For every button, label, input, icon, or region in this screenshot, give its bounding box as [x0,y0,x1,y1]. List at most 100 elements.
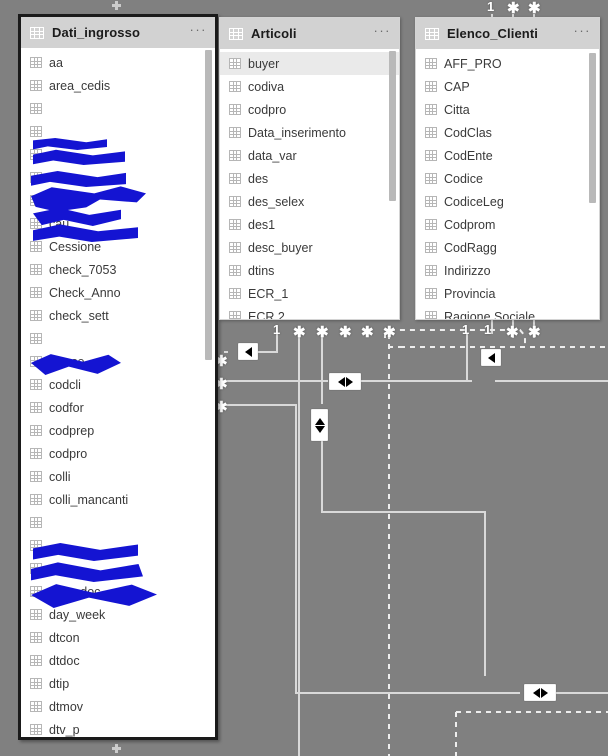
field-row[interactable]: colli_mancanti [21,488,215,511]
field-row[interactable] [21,97,215,120]
card-resize-handle-bottom[interactable] [112,744,121,753]
field-row[interactable]: CodClas [416,121,599,144]
field-row[interactable]: desc_buyer [220,236,399,259]
field-row[interactable] [21,534,215,557]
field-row[interactable]: CodRagg [416,236,599,259]
scrollbar-thumb[interactable] [589,53,596,203]
field-row[interactable]: dtins [220,259,399,282]
cross-filter-marker-vertical[interactable] [311,409,328,441]
field-row[interactable]: des [220,167,399,190]
field-row[interactable] [21,557,215,580]
field-row[interactable]: codfor [21,396,215,419]
field-row[interactable]: Codprom [416,213,599,236]
field-table-icon [425,311,437,319]
field-table-icon [30,333,42,344]
field-row[interactable]: check_7053 [21,258,215,281]
field-table-icon [30,218,42,229]
field-table-icon [229,58,241,69]
field-label: data_var [248,148,297,163]
table-field-list[interactable]: aa area_cediscau Cessione check_7053 Check_A… [21,48,215,737]
field-row[interactable]: codpro [21,442,215,465]
arrow-left-icon [244,346,252,357]
field-row[interactable] [21,511,215,534]
field-table-icon [30,540,42,551]
field-table-icon [425,81,437,92]
field-row[interactable]: Indirizzo [416,259,599,282]
table-card-header[interactable]: Articoli ··· [220,18,399,49]
field-row[interactable]: classe [21,350,215,373]
field-row[interactable]: CodiceLeg [416,190,599,213]
field-row[interactable]: cau [21,212,215,235]
field-row[interactable]: aa [21,51,215,74]
field-table-icon [30,379,42,390]
field-row[interactable] [21,120,215,143]
field-row[interactable]: data_doc [21,580,215,603]
scrollbar-thumb[interactable] [389,51,396,201]
cross-filter-marker-both[interactable] [329,373,361,390]
card-resize-handle-top[interactable] [112,1,121,10]
vertical-scrollbar[interactable] [589,51,596,317]
field-row[interactable]: Codice [416,167,599,190]
table-more-options-icon[interactable]: ··· [190,23,208,39]
field-row[interactable] [21,189,215,212]
field-label: dtins [248,263,275,278]
field-row[interactable]: area_cedis [21,74,215,97]
field-row[interactable] [21,327,215,350]
field-row[interactable]: des1 [220,213,399,236]
field-row[interactable]: dtdoc [21,649,215,672]
field-row[interactable] [21,143,215,166]
scrollbar-thumb[interactable] [205,50,212,360]
field-row[interactable]: buyer [220,52,399,75]
vertical-scrollbar[interactable] [205,50,212,737]
field-row[interactable]: des_selex [220,190,399,213]
field-row[interactable]: colli [21,465,215,488]
field-row[interactable] [21,166,215,189]
table-card-articoli[interactable]: Articoli ··· buyer codiva codpro Data_inser… [219,17,400,320]
field-table-icon [30,425,42,436]
field-row[interactable]: day_week [21,603,215,626]
cross-filter-marker-single[interactable] [481,349,501,366]
field-row[interactable]: check_sett [21,304,215,327]
table-card-header[interactable]: Elenco_Clienti ··· [416,18,599,49]
field-row[interactable]: Check_Anno [21,281,215,304]
table-more-options-icon[interactable]: ··· [374,24,392,40]
field-row[interactable]: Citta [416,98,599,121]
field-row[interactable]: Provincia [416,282,599,305]
field-row[interactable]: codpro [220,98,399,121]
field-row[interactable]: Ragione Sociale [416,305,599,319]
cardinality-badge: 1 [484,322,492,337]
field-row[interactable]: Data_inserimento [220,121,399,144]
field-row[interactable]: codcli [21,373,215,396]
field-row[interactable]: ECR_1 [220,282,399,305]
field-label: Indirizzo [444,263,491,278]
field-table-icon [425,173,437,184]
field-label: Citta [444,102,470,117]
field-row[interactable]: CAP [416,75,599,98]
table-card-elenco-clienti[interactable]: Elenco_Clienti ··· AFF_PRO CAP Citta CodCla… [415,17,600,320]
table-field-list[interactable]: buyer codiva codpro Data_inserimento data_va… [220,49,399,319]
field-row[interactable]: dtip [21,672,215,695]
vertical-scrollbar[interactable] [389,51,396,317]
field-row[interactable]: ECR 2 [220,305,399,319]
field-row[interactable]: CodEnte [416,144,599,167]
cross-filter-marker-single[interactable] [238,343,258,360]
field-table-icon [30,586,42,597]
field-row[interactable]: data_var [220,144,399,167]
table-card-dati-ingrosso[interactable]: Dati_ingrosso ··· aa area_cediscau Cession… [18,14,218,740]
field-row[interactable]: AFF_PRO [416,52,599,75]
field-table-icon [30,126,42,137]
field-table-icon [30,609,42,620]
field-table-icon [30,655,42,666]
table-card-header[interactable]: Dati_ingrosso ··· [21,17,215,48]
field-row[interactable]: codiva [220,75,399,98]
field-table-icon [30,172,42,183]
field-row[interactable]: dtv_p [21,718,215,737]
table-more-options-icon[interactable]: ··· [574,24,592,40]
field-row[interactable]: codprep [21,419,215,442]
field-row[interactable]: dtcon [21,626,215,649]
field-row[interactable]: Cessione [21,235,215,258]
model-view-canvas[interactable]: 1 ✱ ✱ 1 ✱ ✱ ✱ ✱ ✱ 1 1 ✱ ✱ ✱ ✱ ✱ Dati_ing… [0,0,608,756]
table-field-list[interactable]: AFF_PRO CAP Citta CodClas CodEnte Codice Codic… [416,49,599,319]
cross-filter-marker-both[interactable] [524,684,556,701]
field-row[interactable]: dtmov [21,695,215,718]
